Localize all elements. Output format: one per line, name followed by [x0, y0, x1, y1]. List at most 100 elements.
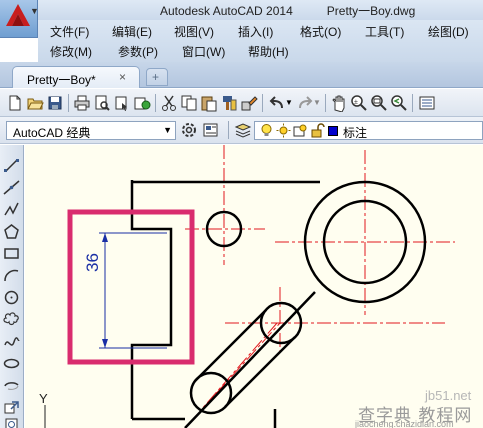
toolbar-divider: [325, 94, 326, 112]
chevron-down-icon: ▼: [285, 98, 293, 107]
line-icon: [4, 159, 19, 172]
watermark-url: jiaocheng.chazidian.com: [355, 419, 454, 428]
print-preview-icon: [95, 95, 110, 111]
menu-window[interactable]: 窗口(W): [182, 41, 225, 62]
viewport-sun-icon[interactable]: [293, 123, 308, 138]
menu-help[interactable]: 帮助(H): [248, 41, 289, 62]
match-properties-button[interactable]: [220, 94, 238, 112]
ellipse-arc-icon: [4, 382, 19, 390]
zoom-previous-button[interactable]: [390, 94, 408, 112]
polygon-icon: [4, 224, 19, 239]
workspace-settings-button[interactable]: [180, 121, 198, 139]
toolbar-divider: [412, 94, 413, 112]
chevron-down-icon: ▼: [163, 125, 172, 135]
application-menu-button[interactable]: ▼: [0, 0, 39, 38]
menu-tools[interactable]: 工具(T): [365, 21, 404, 42]
rectangle-icon: [4, 248, 19, 259]
undo-dropdown[interactable]: ▼: [285, 94, 293, 112]
properties-button[interactable]: [418, 94, 436, 112]
menu-file[interactable]: 文件(F): [50, 21, 89, 42]
undo-icon: [269, 96, 283, 109]
line-tool[interactable]: [3, 157, 20, 174]
paste-button[interactable]: [200, 94, 218, 112]
sun-icon[interactable]: [276, 123, 291, 138]
redo-button[interactable]: [296, 94, 314, 112]
new-tab-button[interactable]: +: [146, 68, 168, 86]
print-preview-button[interactable]: [93, 94, 111, 112]
open-icon: [27, 98, 44, 110]
copy-button[interactable]: [180, 94, 198, 112]
match-properties-icon: [223, 96, 237, 111]
layer-properties-button[interactable]: [234, 121, 252, 139]
cad-drawing[interactable]: [25, 145, 483, 428]
dimension-arrow: [102, 233, 108, 242]
zoom-realtime-icon: ±: [351, 95, 367, 111]
spline-tool[interactable]: [3, 333, 20, 350]
zoom-window-button[interactable]: [370, 94, 388, 112]
customize-icon: [203, 123, 218, 137]
menu-edit[interactable]: 编辑(E): [112, 21, 152, 42]
ellipse-tool[interactable]: [3, 355, 20, 372]
redo-dropdown[interactable]: ▼: [313, 94, 321, 112]
new-button[interactable]: [6, 94, 24, 112]
publish-button[interactable]: [113, 94, 131, 112]
workspace-customize-button[interactable]: [202, 121, 220, 139]
close-icon[interactable]: ×: [119, 70, 126, 84]
make-block-icon: [5, 418, 18, 428]
chevron-down-icon: ▼: [313, 98, 321, 107]
unlock-icon[interactable]: [310, 123, 325, 138]
rectangle-tool[interactable]: [3, 245, 20, 262]
menu-view[interactable]: 视图(V): [174, 21, 214, 42]
ellipse-arc-tool[interactable]: [3, 377, 20, 394]
revision-cloud-tool[interactable]: [3, 311, 20, 328]
title-bar: Autodesk AutoCAD 2014 Pretty一Boy.dwg: [0, 0, 483, 20]
menu-format[interactable]: 格式(O): [300, 21, 341, 42]
toolbar-divider: [68, 94, 69, 112]
part-left-edge: [130, 180, 173, 419]
zoom-previous-icon: [391, 95, 407, 111]
3d-print-button[interactable]: [133, 94, 151, 112]
copy-icon: [181, 95, 197, 111]
document-tab-bar: Pretty一Boy* × +: [0, 62, 483, 88]
open-button[interactable]: [26, 94, 44, 112]
menu-parametric[interactable]: 参数(P): [118, 41, 158, 62]
print-button[interactable]: [73, 94, 91, 112]
workspace-select[interactable]: AutoCAD 经典 ▼: [6, 121, 176, 140]
zoom-realtime-button[interactable]: ±: [350, 94, 368, 112]
make-block-tool[interactable]: [3, 416, 20, 428]
insert-block-tool[interactable]: [3, 399, 20, 416]
lightbulb-icon[interactable]: [259, 123, 274, 138]
cut-button[interactable]: [160, 94, 178, 112]
paste-icon: [201, 96, 217, 112]
toolbar-divider: [228, 121, 229, 139]
block-editor-button[interactable]: [240, 94, 258, 112]
circle-tool[interactable]: [3, 289, 20, 306]
arc-tool[interactable]: [3, 267, 20, 284]
menu-draw[interactable]: 绘图(D): [428, 21, 469, 42]
layer-dropdown[interactable]: 标注: [254, 121, 483, 140]
construction-line-tool[interactable]: [3, 179, 20, 196]
arc-icon: [4, 269, 19, 282]
publish-icon: [115, 96, 127, 111]
gear-icon: [182, 123, 196, 137]
cut-icon: [162, 95, 176, 111]
document-tab-label: Pretty一Boy*: [27, 73, 96, 87]
drawing-canvas[interactable]: 36 Y jb51.net 查字典 教程网 jiaocheng.chazidia…: [25, 145, 483, 428]
layers-icon: [234, 123, 252, 138]
undo-button[interactable]: [268, 94, 286, 112]
document-tab[interactable]: Pretty一Boy* ×: [12, 66, 140, 88]
save-button[interactable]: [46, 94, 64, 112]
polygon-tool[interactable]: [3, 223, 20, 240]
autocad-logo-icon: [6, 4, 30, 26]
spline-icon: [4, 337, 20, 346]
menu-insert[interactable]: 插入(I): [238, 21, 273, 42]
layer-color-swatch: [328, 126, 338, 136]
dimension-36[interactable]: [99, 232, 167, 349]
toolbar-divider: [262, 94, 263, 112]
polyline-tool[interactable]: [3, 201, 20, 218]
block-editor-icon: [241, 96, 258, 111]
pan-button[interactable]: [330, 94, 348, 113]
part-outline: [130, 180, 427, 428]
save-icon: [48, 96, 62, 110]
menu-modify[interactable]: 修改(M): [50, 41, 92, 62]
